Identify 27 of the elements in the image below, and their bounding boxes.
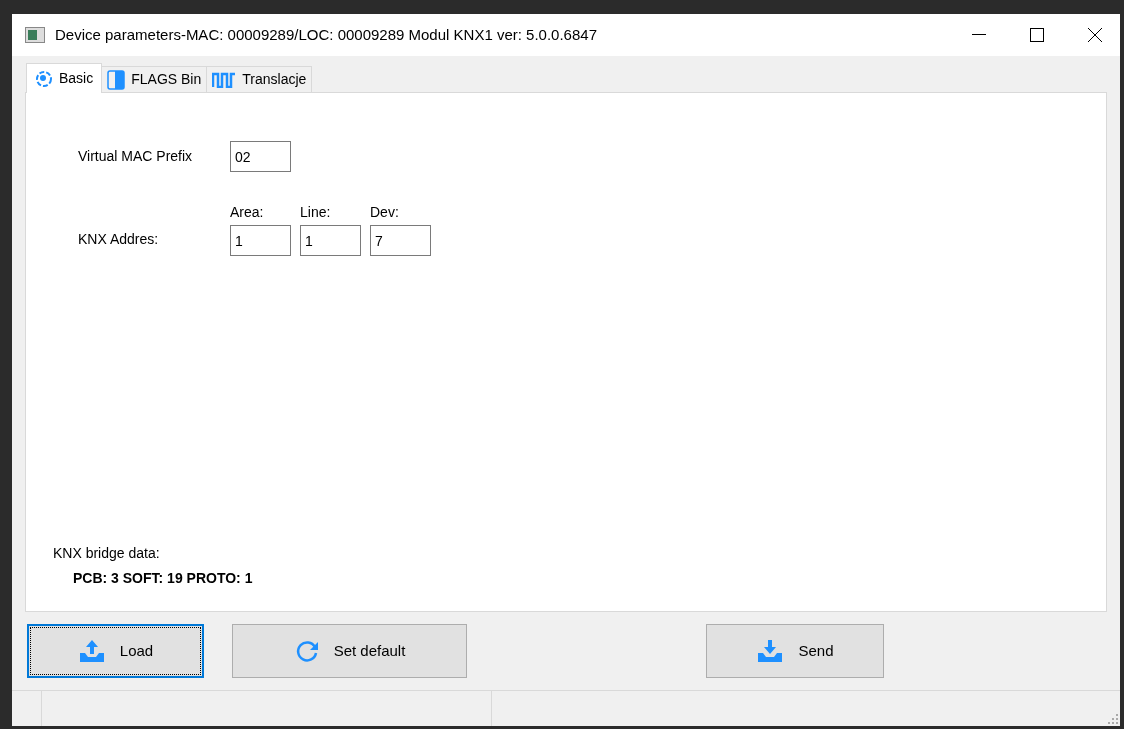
action-button[interactable]: Load [27, 624, 204, 678]
field-label: Line: [300, 203, 332, 222]
action-button[interactable]: Send [706, 624, 884, 678]
field-label: KNX Addres: [78, 230, 160, 249]
action-button[interactable]: Set default [232, 624, 467, 678]
field-label: Dev: [370, 203, 400, 222]
upload-icon [77, 639, 106, 663]
close-icon [1088, 28, 1102, 42]
window-title: Device parameters-MAC: 00009289/LOC: 00009289 Modul KNX1 ver: 5.0.0.6847 [55, 24, 597, 45]
field-label: Area: [230, 203, 265, 222]
tab[interactable]: Basic [26, 63, 103, 93]
text-field[interactable]: 1 [230, 225, 291, 256]
text-field[interactable]: 7 [370, 225, 431, 256]
download-icon [756, 639, 785, 663]
bridge-label: KNX bridge data: [53, 544, 161, 563]
app-icon [25, 27, 45, 43]
minimize-icon [972, 34, 986, 36]
maximize-icon [1030, 28, 1044, 42]
resize-grip-icon [1108, 714, 1118, 724]
panel-icon [107, 69, 126, 90]
tab[interactable]: Translacje [207, 66, 313, 92]
text-field[interactable]: 02 [230, 141, 291, 172]
field-label: Virtual MAC Prefix [78, 147, 194, 166]
bridge-info: PCB: 3 SOFT: 19 PROTO: 1 [72, 569, 254, 588]
pulse-icon [212, 71, 237, 88]
text-field[interactable]: 1 [300, 225, 361, 256]
tab[interactable]: FLAGS Bin [102, 66, 208, 92]
